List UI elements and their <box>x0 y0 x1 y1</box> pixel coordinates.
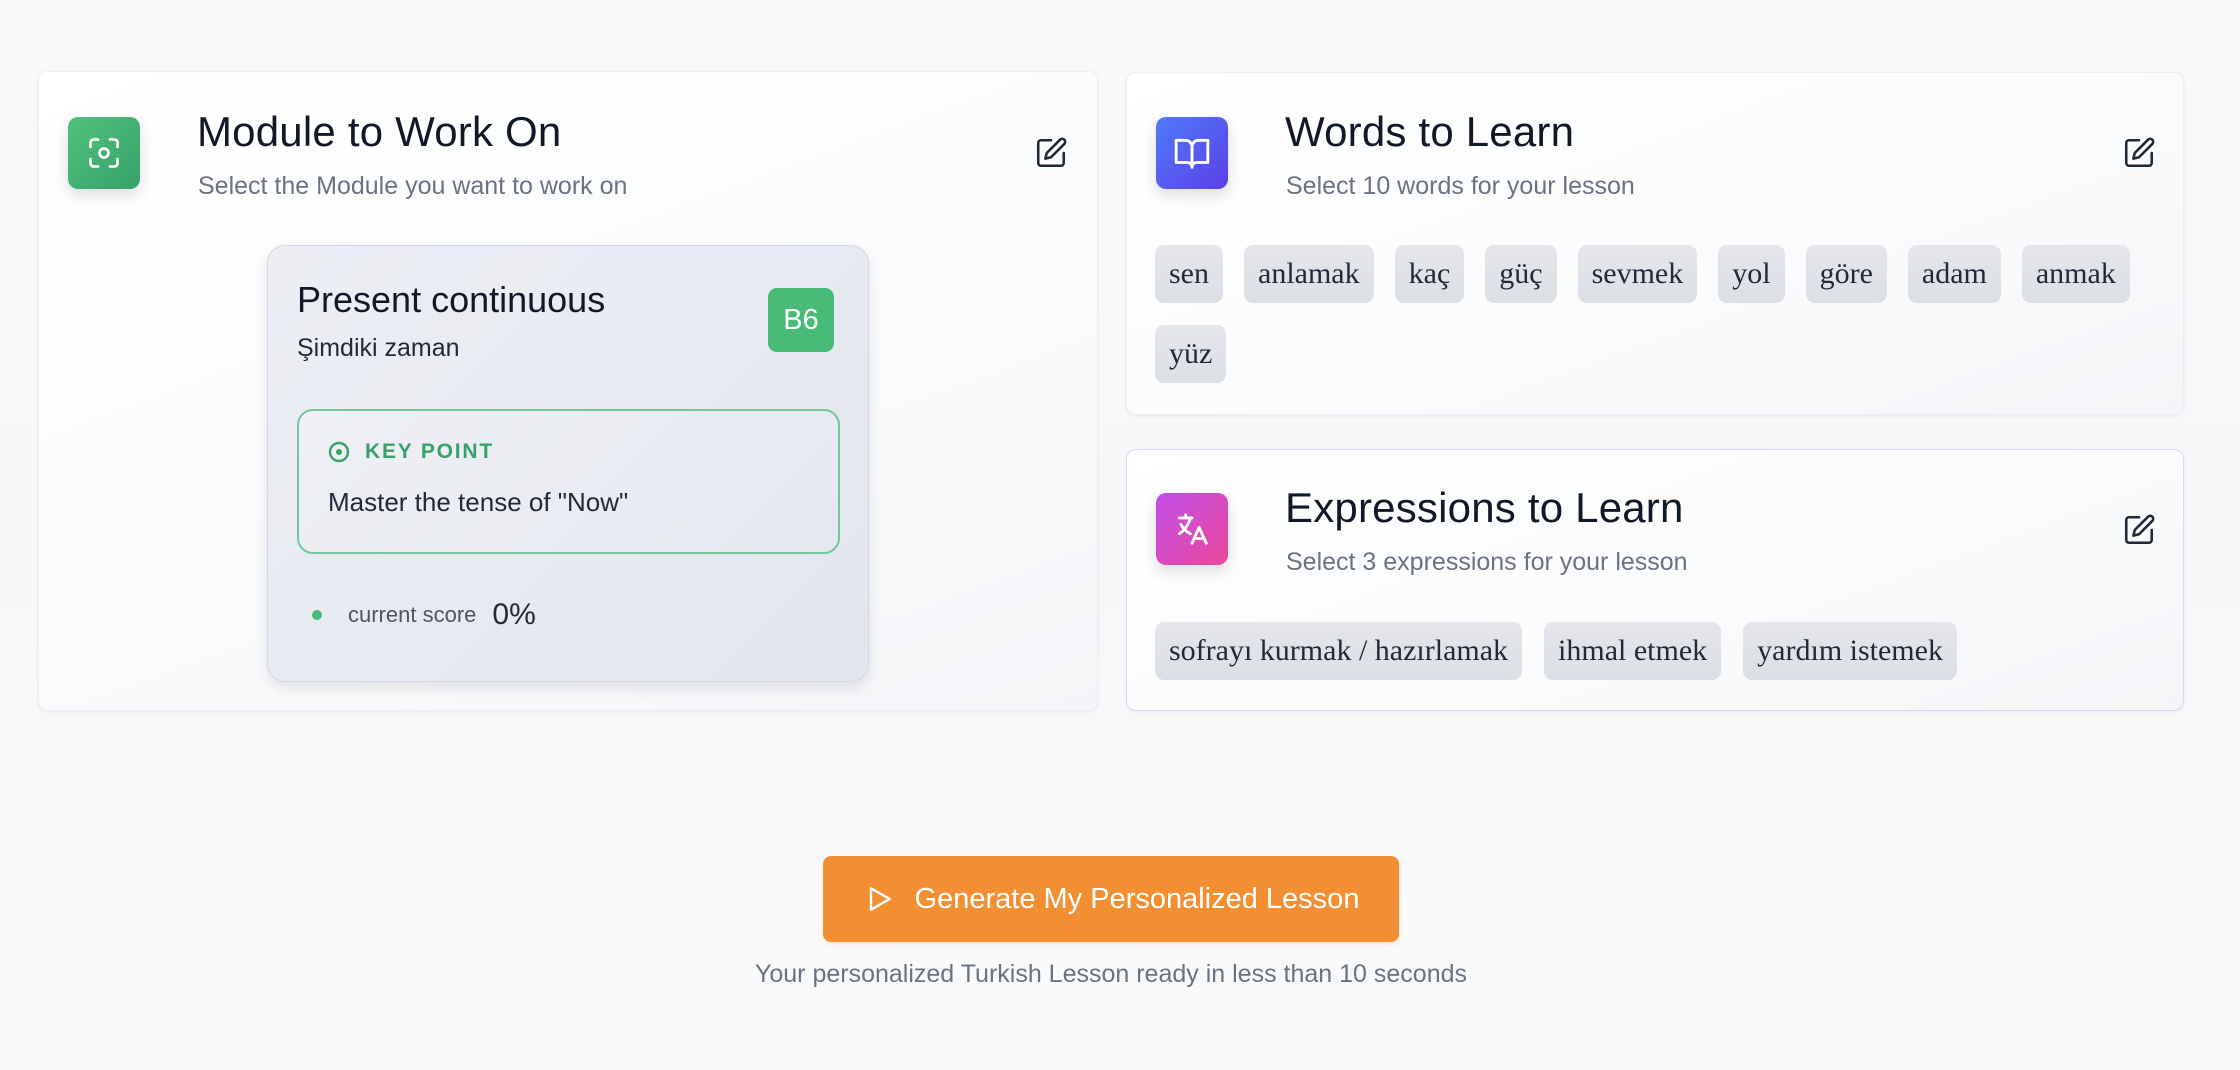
edit-icon <box>1036 137 1067 168</box>
word-chip[interactable]: yol <box>1718 245 1785 303</box>
edit-expressions-button[interactable] <box>2117 508 2161 552</box>
score-row: current score 0% <box>312 598 536 632</box>
word-chip[interactable]: yüz <box>1155 325 1227 383</box>
expression-chip[interactable]: sofrayı kurmak / hazırlamak <box>1155 622 1523 680</box>
expression-chip-list: sofrayı kurmak / hazırlamak ihmal etmek … <box>1155 622 2155 680</box>
module-title: Present continuous <box>297 279 606 320</box>
word-chip-list: sen anlamak kaç güç sevmek yol göre adam… <box>1155 245 2155 383</box>
expressions-card: Expressions to Learn Select 3 expression… <box>1126 449 2184 711</box>
key-point-box: KEY POINT Master the tense of "Now" <box>297 409 840 554</box>
play-icon <box>869 887 891 911</box>
generate-lesson-subtext: Your personalized Turkish Lesson ready i… <box>754 960 1467 988</box>
words-card-subtitle: Select 10 words for your lesson <box>1286 172 1635 200</box>
edit-words-button[interactable] <box>2117 131 2161 175</box>
expression-chip[interactable]: yardım istemek <box>1743 622 1957 680</box>
word-chip[interactable]: anlamak <box>1244 245 1374 303</box>
module-card-subtitle: Select the Module you want to work on <box>198 172 628 200</box>
generate-lesson-button[interactable]: Generate My Personalized Lesson <box>823 856 1399 942</box>
expressions-card-title: Expressions to Learn <box>1285 484 1684 531</box>
key-point-text: Master the tense of "Now" <box>328 487 629 517</box>
module-card-title: Module to Work On <box>197 108 562 155</box>
module-card: Module to Work On Select the Module you … <box>38 71 1098 711</box>
word-chip[interactable]: kaç <box>1394 245 1465 303</box>
word-chip[interactable]: sevmek <box>1577 245 1698 303</box>
translate-icon <box>1156 493 1228 565</box>
score-dot-icon <box>312 610 322 620</box>
word-chip[interactable]: adam <box>1907 245 2001 303</box>
target-icon <box>328 441 350 463</box>
words-card-title: Words to Learn <box>1285 108 1575 155</box>
expression-chip[interactable]: ihmal etmek <box>1544 622 1722 680</box>
word-chip[interactable]: göre <box>1805 245 1887 303</box>
word-chip[interactable]: anmak <box>2021 245 2130 303</box>
edit-icon <box>2124 137 2155 168</box>
focus-target-icon <box>68 117 140 189</box>
edit-module-button[interactable] <box>1029 131 1073 175</box>
level-badge: B6 <box>768 288 834 352</box>
score-label: current score <box>348 602 477 627</box>
expressions-card-subtitle: Select 3 expressions for your lesson <box>1286 548 1688 576</box>
module-option-card[interactable]: Present continuous Şimdiki zaman B6 KEY … <box>267 245 869 682</box>
book-icon <box>1156 117 1228 189</box>
words-card: Words to Learn Select 10 words for your … <box>1126 72 2184 415</box>
word-chip[interactable]: güç <box>1485 245 1557 303</box>
module-subtitle: Şimdiki zaman <box>297 334 460 362</box>
word-chip[interactable]: sen <box>1155 245 1223 303</box>
edit-icon <box>2124 514 2155 545</box>
score-value: 0% <box>492 598 536 631</box>
key-point-label: KEY POINT <box>365 440 495 463</box>
generate-lesson-label: Generate My Personalized Lesson <box>914 882 1360 915</box>
